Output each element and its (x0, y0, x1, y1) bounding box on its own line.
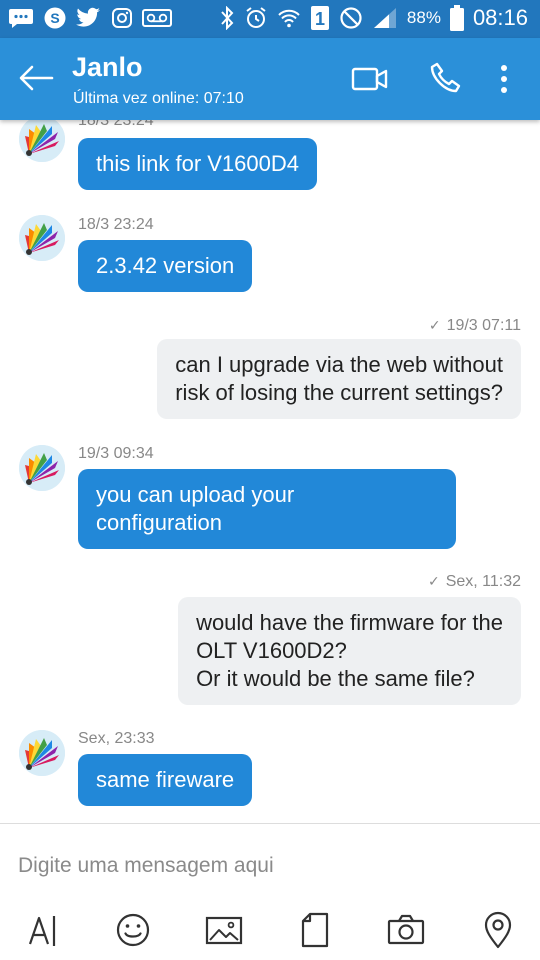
location-button[interactable] (476, 908, 520, 952)
fan-avatar-icon (19, 445, 65, 491)
message-timestamp: ✓ Sex, 11:32 (427, 573, 521, 590)
location-pin-icon (484, 911, 512, 949)
voice-call-button[interactable] (428, 60, 464, 96)
alarm-icon (244, 6, 268, 30)
outgoing-message-bubble[interactable]: can I upgrade via the web without risk o… (157, 339, 521, 419)
emoji-icon (116, 913, 150, 947)
wifi-icon (277, 6, 301, 30)
composer-divider (0, 823, 540, 824)
message-timestamp: 19/3 09:34 (78, 445, 154, 462)
last-seen-status: Última vez online: 07:10 (73, 90, 244, 107)
fan-avatar-icon (19, 730, 65, 776)
message-list[interactable]: 18/3 23:24 this link for V1600D4 18/3 23… (0, 120, 540, 823)
back-button[interactable] (16, 60, 56, 96)
incoming-message-bubble[interactable]: you can upload your configuration (78, 469, 456, 549)
twitter-icon (76, 7, 102, 29)
sent-check-icon: ✓ (427, 573, 440, 589)
image-button[interactable] (202, 908, 246, 952)
video-call-button[interactable] (350, 64, 390, 94)
phone-icon (430, 62, 461, 93)
more-options-button[interactable] (492, 62, 516, 96)
message-timestamp: ✓ 19/3 07:11 (428, 317, 521, 334)
camera-button[interactable] (384, 908, 428, 952)
message-timestamp: 18/3 23:24 (78, 216, 154, 233)
image-icon (205, 916, 243, 945)
incoming-message-bubble[interactable]: same fireware (78, 754, 253, 806)
fan-avatar-icon (19, 120, 65, 162)
emoji-button[interactable] (111, 908, 155, 952)
message-timestamp: Sex, 23:33 (78, 730, 155, 747)
contact-avatar[interactable] (19, 120, 65, 162)
status-time: 08:16 (472, 5, 528, 30)
fan-avatar-icon (19, 215, 65, 261)
incoming-message-bubble[interactable]: 2.3.42 version (78, 240, 253, 292)
messages-icon (8, 7, 34, 29)
instagram-icon (111, 7, 133, 29)
contact-name[interactable]: Janlo (72, 52, 143, 83)
outgoing-message-bubble[interactable]: would have the firmware for the OLT V160… (178, 597, 521, 705)
text-format-icon (28, 916, 56, 946)
do-not-disturb-icon (339, 6, 363, 30)
message-timestamp: 18/3 23:24 (78, 120, 154, 129)
sim-icon: 1 (310, 5, 330, 31)
contact-avatar[interactable] (19, 215, 65, 261)
file-button[interactable] (293, 908, 337, 952)
skype-icon: S (43, 6, 67, 30)
camera-icon (387, 914, 425, 945)
message-input[interactable] (18, 848, 518, 884)
svg-text:1: 1 (315, 9, 325, 29)
status-bar: S 1 88% 08:16 (0, 0, 540, 38)
contact-avatar[interactable] (19, 445, 65, 491)
arrow-left-icon (19, 65, 54, 91)
signal-icon (372, 6, 398, 30)
battery-percent: 88% (406, 8, 441, 27)
video-camera-icon (351, 67, 388, 91)
more-vertical-icon (501, 65, 507, 93)
contact-avatar[interactable] (19, 730, 65, 776)
sent-check-icon: ✓ (428, 317, 441, 333)
battery-icon (449, 5, 464, 31)
incoming-message-bubble[interactable]: this link for V1600D4 (78, 138, 317, 190)
bluetooth-icon (219, 6, 235, 30)
voicemail-icon (142, 7, 172, 29)
file-icon (301, 912, 329, 948)
chat-header: Janlo Última vez online: 07:10 (0, 38, 540, 120)
text-format-button[interactable] (20, 908, 64, 952)
svg-text:S: S (50, 10, 59, 26)
